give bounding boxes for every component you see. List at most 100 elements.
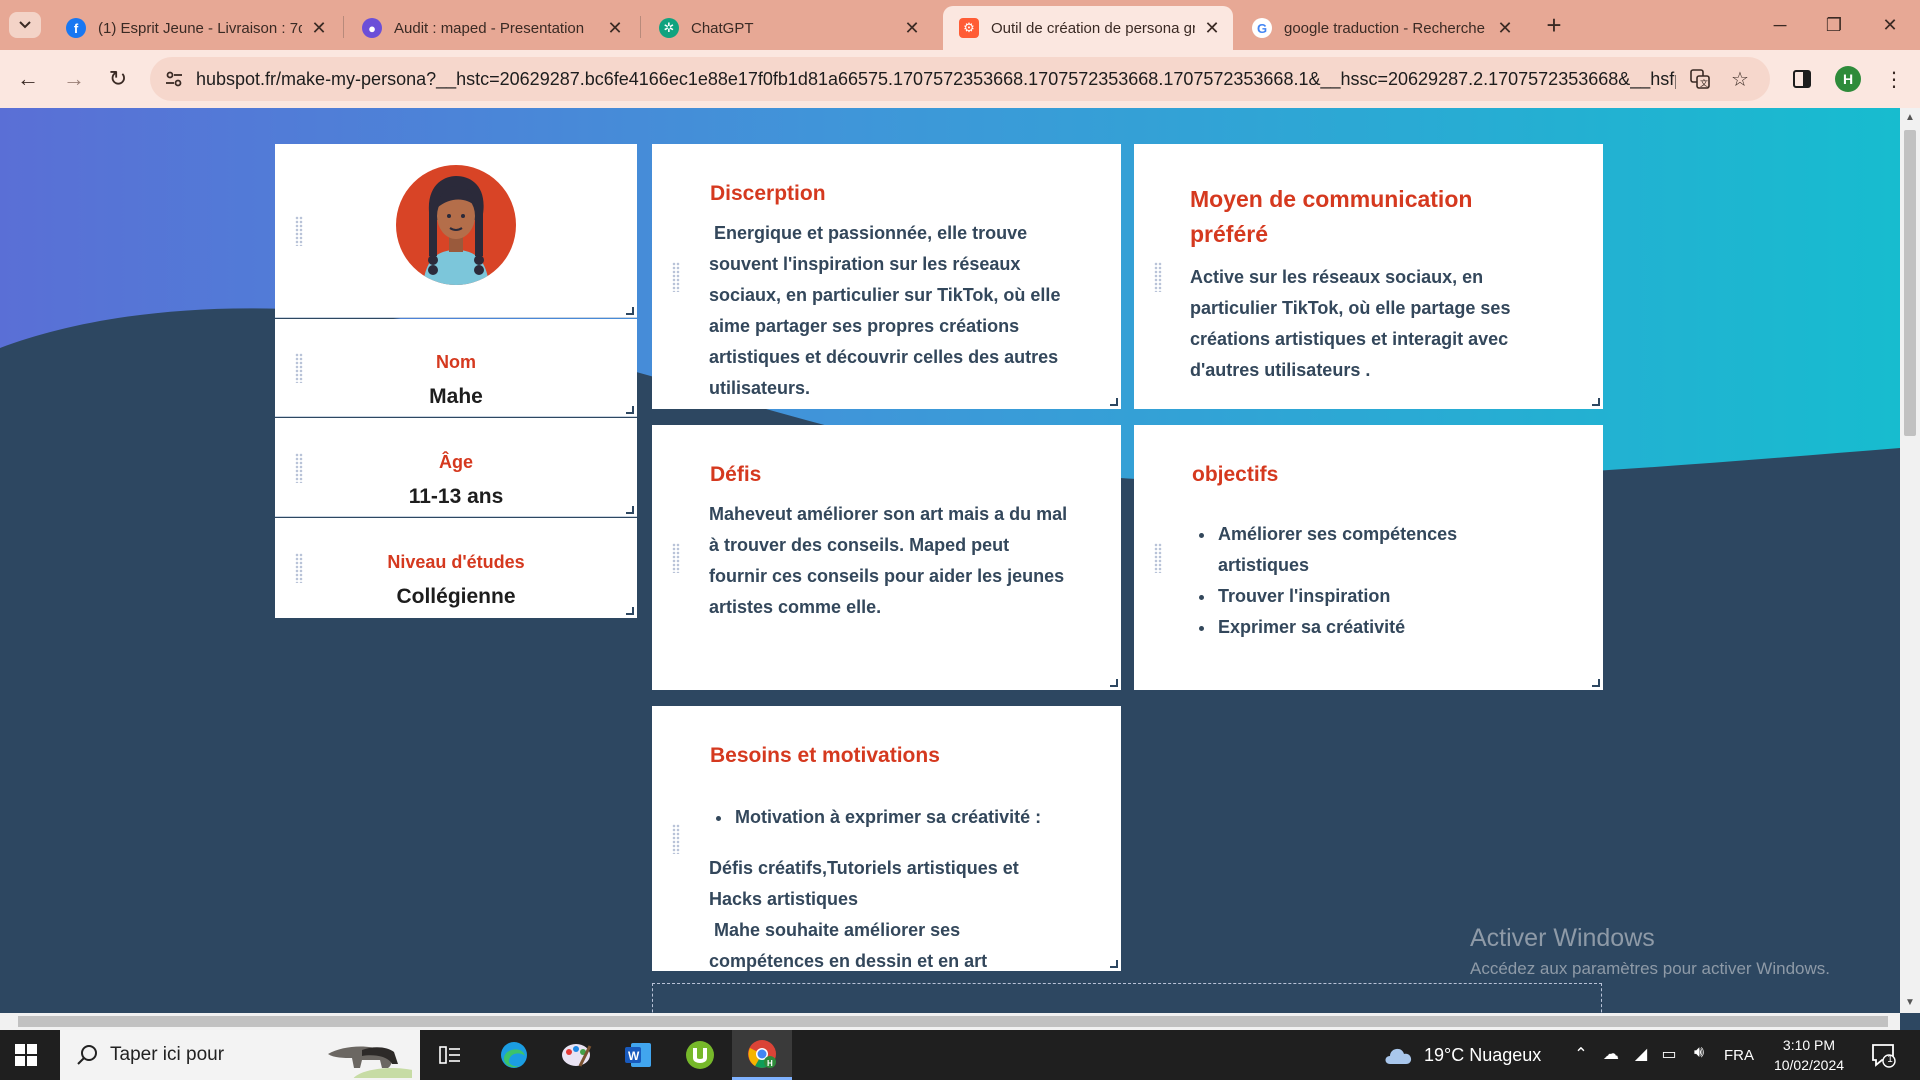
close-icon[interactable]: ✕ [1496,18,1514,39]
chrome-app-icon[interactable]: H [732,1030,792,1080]
close-icon[interactable]: ✕ [310,18,328,39]
persona-education-card[interactable]: Niveau d'études Collégienne [275,518,637,618]
drag-handle-icon[interactable] [1154,261,1162,292]
facebook-icon: f [66,18,86,38]
more-menu-icon[interactable]: ⋮ [1882,67,1906,91]
restore-icon[interactable]: ❐ [1806,8,1862,42]
challenges-card[interactable]: Défis Maheveut améliorer son art mais a … [652,425,1121,690]
tab-google-translate[interactable]: G google traduction - Recherche ✕ [1236,6,1526,50]
close-icon[interactable]: ✕ [606,18,624,39]
anteater-illustration-icon [328,1046,412,1078]
chevron-up-icon[interactable]: ⌃ [1570,1044,1592,1066]
list-item[interactable]: Exprimer sa créativité [1216,612,1543,643]
close-icon[interactable]: ✕ [903,18,921,39]
resize-handle-icon[interactable] [626,307,634,315]
resize-handle-icon[interactable] [1110,960,1118,968]
description-text[interactable]: Energique et passionnée, elle trouve sou… [709,218,1071,404]
age-label: Âge [438,452,473,472]
drag-handle-icon[interactable] [672,261,680,292]
education-value[interactable]: Collégienne [275,585,637,609]
objectives-card[interactable]: objectifs Améliorer ses compétences arti… [1134,425,1603,690]
forward-arrow-icon[interactable]: → [58,63,90,95]
resize-handle-icon[interactable] [1592,679,1600,687]
reload-icon[interactable]: ↻ [102,63,134,95]
volume-icon[interactable]: 🔊︎ [1688,1044,1710,1066]
tab-hubspot-persona[interactable]: ⚙ Outil de création de persona gr ✕ [943,6,1233,50]
scroll-down-icon[interactable]: ▼ [1900,993,1920,1013]
needs-card[interactable]: Besoins et motivations Motivation à expr… [652,706,1121,971]
language-indicator[interactable]: FRA [1724,1030,1754,1080]
drag-handle-icon[interactable] [1154,542,1162,573]
list-item[interactable]: Motivation à exprimer sa créativité : [733,802,1071,833]
windows-start-icon[interactable] [14,1043,38,1067]
paint-app-icon[interactable] [546,1030,606,1080]
taskbar-search[interactable]: Taper ici pour [60,1030,420,1080]
translate-icon[interactable]: 文 [1688,67,1712,91]
objectives-list[interactable]: Améliorer ses compétences artistiques Tr… [1192,519,1543,643]
divider [275,416,637,417]
divider [275,317,637,318]
tab-chatgpt[interactable]: ✲ ChatGPT ✕ [643,6,933,50]
utorrent-app-icon[interactable] [670,1030,730,1080]
tab-search-button[interactable] [9,12,41,38]
drag-handle-icon[interactable] [672,823,680,854]
drag-handle-icon[interactable] [672,542,680,573]
close-icon[interactable]: ✕ [1203,18,1221,39]
scroll-thumb[interactable] [18,1016,1888,1027]
cloud-sync-icon[interactable]: ☁ [1600,1044,1622,1066]
needs-line-2[interactable]: Mahe souhaite améliorer ses compétences … [709,915,1071,971]
tab-facebook[interactable]: f (1) Esprit Jeune - Livraison : 7dt ✕ [50,6,340,50]
notification-count: 1 [1887,1054,1893,1065]
divider [275,516,637,517]
drag-handle-icon[interactable] [295,216,303,246]
edge-browser-icon[interactable] [484,1030,544,1080]
minimize-icon[interactable]: ─ [1752,8,1808,42]
age-value[interactable]: 11-13 ans [275,485,637,509]
persona-avatar-card[interactable] [275,144,637,318]
site-settings-icon[interactable] [164,69,184,89]
resize-handle-icon[interactable] [1110,398,1118,406]
cloud-weather-icon[interactable] [1382,1044,1416,1066]
clock-date: 10/02/2024 [1773,1057,1845,1073]
profile-avatar[interactable]: H [1835,66,1861,92]
resize-handle-icon[interactable] [1110,679,1118,687]
svg-text:文: 文 [1700,78,1708,88]
list-item[interactable]: Trouver l'inspiration [1216,581,1543,612]
vertical-scrollbar[interactable]: ▲ ▼ [1900,108,1920,1013]
back-arrow-icon[interactable]: ← [12,63,44,95]
communication-card[interactable]: Moyen de communication préféré Active su… [1134,144,1603,409]
needs-text[interactable]: Motivation à exprimer sa créativité : Dé… [709,802,1071,971]
tab-audit-maped[interactable]: ● Audit : maped - Presentation ✕ [346,6,636,50]
horizontal-scrollbar[interactable] [0,1013,1900,1030]
resize-handle-icon[interactable] [626,406,634,414]
address-bar[interactable]: hubspot.fr/make-my-persona?__hstc=206292… [150,57,1770,101]
side-panel-icon[interactable] [1790,67,1814,91]
persona-age-card[interactable]: Âge 11-13 ans [275,418,637,517]
system-clock[interactable]: 3:10 PM 10/02/2024 [1764,1035,1854,1075]
task-view-icon[interactable] [420,1030,480,1080]
scroll-thumb[interactable] [1904,130,1916,436]
wifi-icon[interactable]: ◢ [1630,1044,1652,1066]
challenges-title: Défis [710,463,762,486]
name-value[interactable]: Mahe [275,385,637,409]
close-window-icon[interactable]: ✕ [1862,8,1918,42]
resize-handle-icon[interactable] [626,607,634,615]
new-tab-button[interactable]: + [1540,12,1568,40]
resize-handle-icon[interactable] [626,506,634,514]
battery-icon[interactable]: ▭ [1658,1044,1680,1066]
tab-separator [640,16,641,38]
scroll-up-icon[interactable]: ▲ [1900,108,1920,128]
url-text[interactable]: hubspot.fr/make-my-persona?__hstc=206292… [196,69,1676,90]
persona-name-card[interactable]: Nom Mahe [275,319,637,417]
needs-line-1[interactable]: Défis créatifs,Tutoriels artistiques et … [709,853,1071,915]
communication-text[interactable]: Active sur les réseaux sociaux, en parti… [1190,262,1553,386]
bookmark-star-icon[interactable]: ☆ [1728,67,1752,91]
challenges-text[interactable]: Maheveut améliorer son art mais a du mal… [709,499,1071,623]
svg-text:W: W [628,1049,640,1063]
word-app-icon[interactable]: W [608,1030,668,1080]
description-card[interactable]: Discerption Energique et passionnée, ell… [652,144,1121,409]
resize-handle-icon[interactable] [1592,398,1600,406]
add-section-dropzone[interactable] [652,983,1602,1013]
weather-text[interactable]: 19°C Nuageux [1424,1030,1541,1080]
list-item[interactable]: Améliorer ses compétences artistiques [1216,519,1543,581]
